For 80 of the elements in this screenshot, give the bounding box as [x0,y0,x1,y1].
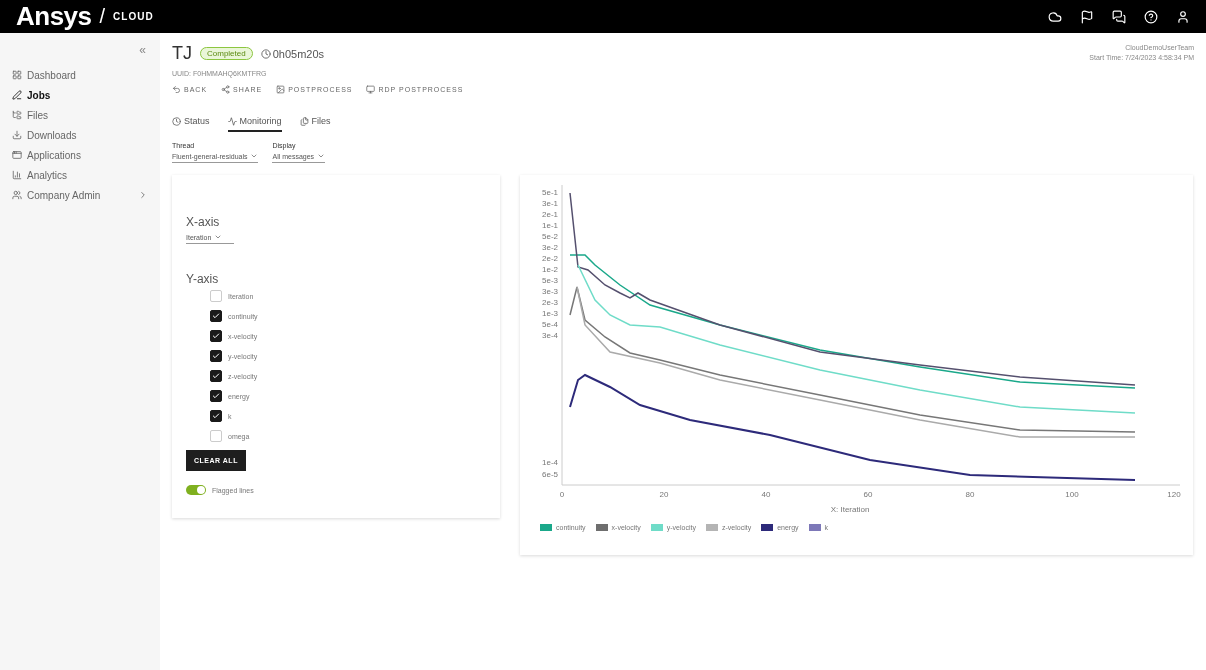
clock-icon [172,116,181,126]
checkmark-icon [212,352,220,360]
sidebar-item[interactable]: Jobs [0,85,160,105]
y-tick-label: 3e-2 [542,243,558,252]
logo[interactable]: Ansys [16,1,92,32]
files-icon [299,116,309,126]
x-tick-label: 60 [863,490,873,499]
y-tick-label: 6e-5 [542,470,558,479]
monitor-icon [366,85,376,94]
x-axis-title: X: Iteration [830,505,870,514]
window-icon [12,150,22,160]
checkbox[interactable] [210,410,222,422]
share-icon [221,85,231,94]
x-axis-heading: X-axis [186,215,221,229]
pen-icon [12,90,22,100]
y-tick-label: 2e-1 [542,210,558,219]
caret-icon [214,233,223,241]
y-tick-label: 1e-2 [542,265,558,274]
y-tick-label: 5e-3 [542,276,558,285]
sidebar-item[interactable]: Files [0,105,160,125]
x-tick-label: 120 [1167,490,1181,499]
checkmark-icon [212,312,220,320]
folder-tree-icon [12,110,22,120]
chevron-icon [138,190,148,200]
collapse-button[interactable]: « [139,43,146,57]
checkmark-icon [212,412,220,420]
status-badge: Completed [200,47,253,60]
x-tick-label: 80 [965,490,975,499]
checkbox[interactable] [210,350,222,362]
x-tick-label: 100 [1065,490,1079,499]
download-icon [12,130,22,140]
sidebar-item[interactable]: Applications [0,145,160,165]
x-tick-label: 0 [559,490,565,499]
sidebar-item[interactable]: Analytics [0,165,160,185]
help-icon[interactable] [1144,9,1158,24]
caret-icon [250,152,259,160]
checkbox[interactable] [210,370,222,382]
y-tick-label: 5e-1 [542,188,558,197]
x-tick-label: 40 [761,490,771,499]
product-name: CLOUD [113,11,154,22]
people-icon [12,190,22,200]
checkbox[interactable] [210,310,222,322]
y-tick-label: 3e-4 [542,331,558,340]
tab[interactable]: Status [172,114,210,132]
checkmark-icon [212,332,220,340]
y-tick-label: 2e-2 [542,254,558,263]
job-title: TJ [172,43,192,64]
pulse-icon [227,116,237,126]
y-tick-label: 1e-4 [542,458,558,467]
clock-icon [260,48,271,59]
user-icon[interactable] [1176,9,1190,24]
checkbox[interactable] [210,330,222,342]
y-tick-label: 3e-1 [542,199,558,208]
checkmark-icon [212,392,220,400]
y-tick-label: 1e-3 [542,309,558,318]
checkmark-icon [212,372,220,380]
job-duration: 0h05m20s [272,47,325,60]
y-tick-label: 2e-3 [542,298,558,307]
chat-icon[interactable] [1112,9,1126,24]
caret-icon [317,152,326,160]
y-tick-label: 5e-2 [542,232,558,241]
y-tick-label: 1e-1 [542,221,558,230]
image-icon [276,85,286,94]
grid-icon [12,70,22,80]
logo-separator: / [99,5,106,28]
tab[interactable]: Monitoring [227,114,282,132]
toggle-switch[interactable] [186,485,206,495]
y-tick-label: 3e-3 [542,287,558,296]
flag-icon[interactable] [1080,9,1094,24]
tab[interactable]: Files [299,114,331,132]
bar-chart-icon [12,170,22,180]
sidebar-item[interactable]: Dashboard [0,65,160,85]
x-tick-label: 20 [659,490,669,499]
cloud-icon[interactable] [1048,9,1062,24]
back-arrow-icon [172,85,181,94]
sidebar-item[interactable]: Company Admin [0,185,160,205]
y-tick-label: 5e-4 [542,320,558,329]
checkbox[interactable] [210,390,222,402]
sidebar-item[interactable]: Downloads [0,125,160,145]
y-axis-heading: Y-axis [186,272,220,286]
